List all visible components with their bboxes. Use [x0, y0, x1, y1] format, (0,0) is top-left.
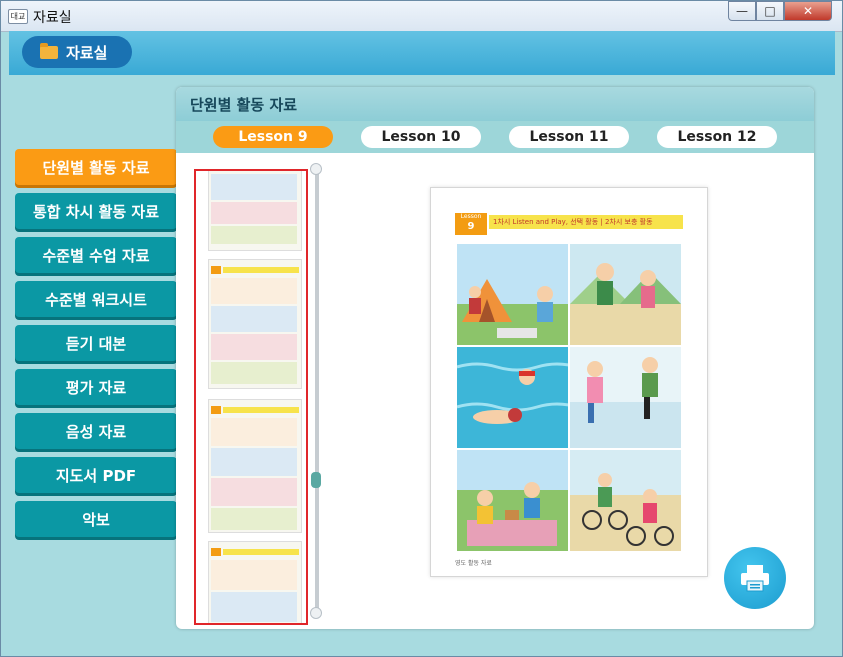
scene-picnic	[457, 450, 568, 551]
minimize-icon: —	[736, 4, 748, 18]
scene-biking	[570, 450, 681, 551]
printer-icon	[741, 565, 769, 592]
scene-hiking	[570, 244, 681, 345]
sidebar-item-unit-activity[interactable]: 단원별 활동 자료	[15, 149, 177, 185]
thumbnail-scrollbar[interactable]	[315, 167, 319, 611]
preview-footer: 영도 활동 자료	[455, 560, 492, 567]
maximize-icon: □	[764, 4, 776, 18]
sidebar-item-sheet-music[interactable]: 악보	[15, 501, 177, 537]
scene-camping	[457, 244, 568, 345]
sidebar-item-listening-script[interactable]: 듣기 대본	[15, 325, 177, 361]
thumbnail-page-4[interactable]	[208, 541, 302, 623]
sidebar-item-level-worksheet[interactable]: 수준별 워크시트	[15, 281, 177, 317]
panel-title: 단원별 활동 자료	[190, 96, 298, 114]
print-button[interactable]	[724, 547, 786, 609]
close-icon: ✕	[802, 4, 814, 18]
scene-swimming	[457, 347, 568, 448]
tab-lesson-10[interactable]: Lesson 10	[361, 126, 481, 148]
window-title: 자료실	[33, 10, 72, 26]
thumbnail-page-2[interactable]	[208, 259, 302, 389]
preview-header-text: 1차시 Listen and Play, 선택 활동 | 2차시 보충 활동	[489, 215, 683, 229]
minimize-button[interactable]: —	[728, 1, 756, 21]
lesson-tabs: Lesson 9 Lesson 10 Lesson 11 Lesson 12	[176, 121, 814, 153]
app-icon: 대교	[8, 9, 28, 24]
sidebar-item-integrated-activity[interactable]: 통합 차시 활동 자료	[15, 193, 177, 229]
thumbnail-page-3[interactable]	[208, 399, 302, 533]
title-bar[interactable]: 대교 자료실 — □ ✕	[1, 1, 842, 32]
tab-lesson-11[interactable]: Lesson 11	[509, 126, 629, 148]
scroll-up-cap[interactable]	[310, 163, 322, 175]
panel-header: 단원별 활동 자료	[176, 87, 814, 121]
preview-header: Lesson 9 1차시 Listen and Play, 선택 활동 | 2차…	[455, 213, 683, 235]
page-preview: Lesson 9 1차시 Listen and Play, 선택 활동 | 2차…	[430, 187, 708, 577]
scene-skating	[570, 347, 681, 448]
scroll-down-cap[interactable]	[310, 607, 322, 619]
tab-lesson-12[interactable]: Lesson 12	[657, 126, 777, 148]
sidebar-item-level-lesson[interactable]: 수준별 수업 자료	[15, 237, 177, 273]
thumbnail-page-1[interactable]	[208, 171, 302, 251]
tab-lesson-9[interactable]: Lesson 9	[213, 126, 333, 148]
archive-home-button[interactable]: 자료실	[22, 36, 132, 68]
app-header: 자료실	[9, 31, 835, 75]
close-button[interactable]: ✕	[784, 1, 832, 21]
sidebar-item-audio[interactable]: 음성 자료	[15, 413, 177, 449]
content-panel: 단원별 활동 자료 Lesson 9 Lesson 10 Lesson 11 L…	[176, 87, 814, 629]
sidebar-item-guide-pdf[interactable]: 지도서 PDF	[15, 457, 177, 493]
folder-icon	[40, 42, 58, 59]
sidebar-item-assessment[interactable]: 평가 자료	[15, 369, 177, 405]
activity-illustration	[457, 244, 681, 551]
lesson-badge: Lesson 9	[455, 213, 487, 235]
scrollbar-thumb[interactable]	[311, 472, 321, 488]
maximize-button[interactable]: □	[756, 1, 784, 21]
app-window: 대교 자료실 — □ ✕ 자료실 단원별 활동 자료 통합 차시 활동 자료 수…	[0, 0, 843, 657]
thumbnail-list[interactable]	[194, 169, 308, 625]
appbar-label: 자료실	[66, 43, 108, 62]
